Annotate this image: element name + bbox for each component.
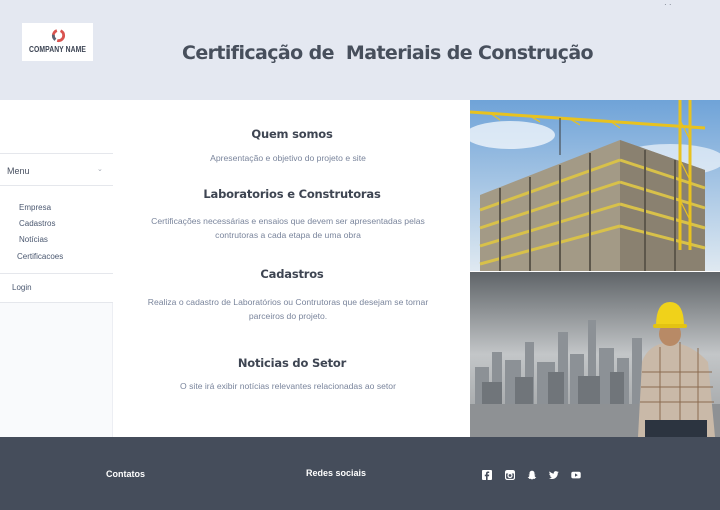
sidebar-divider <box>0 273 113 274</box>
footer-social-heading[interactable]: Redes sociais <box>306 468 366 478</box>
section-text-cadastros: Realiza o cadastro de Laboratórios ou Co… <box>147 297 429 321</box>
sidebar-item-certificacoes[interactable]: Certificacoes <box>17 252 63 261</box>
login-link[interactable]: Login <box>12 283 32 292</box>
section-title-quem-somos: Quem somos <box>251 127 333 141</box>
instagram-icon[interactable] <box>505 470 515 480</box>
section-title-cadastros: Cadastros <box>260 267 324 281</box>
youtube-icon[interactable] <box>571 470 581 480</box>
section-title-laboratorios: Laboratorios e Construtoras <box>203 187 381 201</box>
sidebar-item-cadastros[interactable]: Cadastros <box>19 219 55 228</box>
menu-toggle[interactable]: Menu <box>7 166 30 176</box>
section-text-laboratorios: Certificações necessárias e ensaios que … <box>151 216 425 240</box>
footer-contacts-heading[interactable]: Contatos <box>106 469 145 479</box>
section-text-quem-somos: Apresentação e objetivo do projeto e sit… <box>210 153 366 163</box>
twitter-icon[interactable] <box>549 470 559 480</box>
sidebar-divider <box>0 153 113 154</box>
sidebar-divider <box>0 302 113 303</box>
company-logo[interactable]: COMPANY NAME <box>22 23 93 61</box>
logo-mark-icon <box>51 28 66 43</box>
sidebar-item-empresa[interactable]: Empresa <box>19 203 51 212</box>
site-header: COMPANY NAME Certificação de Materiais d… <box>0 0 720 100</box>
sidebar-item-noticias[interactable]: Notícias <box>19 235 48 244</box>
section-title-noticias: Noticias do Setor <box>237 356 347 370</box>
page-title: Certificação de Materiais de Construção <box>181 42 594 64</box>
engineer-city-photo <box>470 272 720 437</box>
snapchat-icon[interactable] <box>527 470 537 480</box>
facebook-icon[interactable] <box>482 470 492 480</box>
logo-text: COMPANY NAME <box>28 45 87 54</box>
section-text-noticias: O site irá exibir notícias relevantes re… <box>180 381 396 391</box>
chevron-down-icon[interactable]: ⌄ <box>97 165 103 173</box>
corner-mark: · · <box>664 0 672 9</box>
sidebar-divider <box>0 185 113 186</box>
construction-site-photo <box>470 100 720 271</box>
